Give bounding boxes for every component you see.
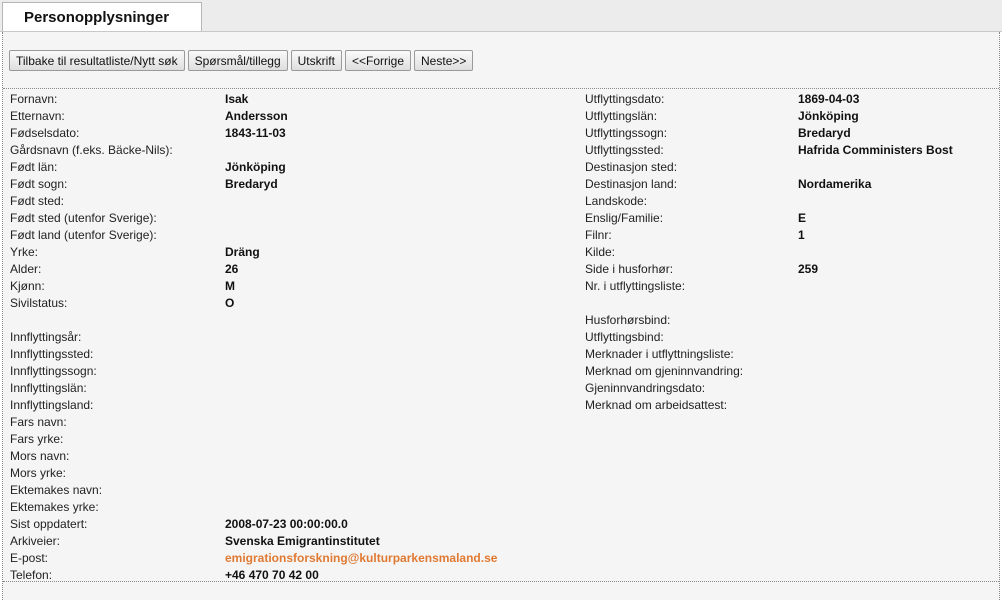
field-label: Destinasjon land: [585,177,678,191]
field-label: Side i husforhør: [585,262,674,276]
field-label: Enslig/Familie: [585,211,664,225]
field-label: Kjønn: [10,279,45,293]
field-label: Alder: [10,262,42,276]
field-label: Fars navn: [10,415,67,429]
back-to-results-button[interactable]: Tilbake til resultatliste/Nytt søk [9,50,185,71]
field-label: Fødselsdato: [10,126,80,140]
field-label: Merknader i utflyttningsliste: [585,347,734,361]
field-value: 259 [798,262,819,276]
email-link[interactable]: emigrationsforskning@kulturparkensmaland… [225,551,497,565]
field-label: Utflyttingslän: [585,109,658,123]
field-label: Født län: [10,160,58,174]
field-label: Utflyttingsbind: [585,330,664,344]
divider-top [3,88,999,89]
field-label: Fars yrke: [10,432,64,446]
field-label: Arkiveier: [10,534,61,548]
field-label: Etternavn: [10,109,65,123]
field-label: Sivilstatus: [10,296,68,310]
field-label: Utflyttingsdato: [585,92,665,106]
field-label: Merknad om gjeninnvandring: [585,364,744,378]
field-value: Hafrida Comministers Bost [798,143,953,157]
print-button[interactable]: Utskrift [290,50,342,71]
field-label: Mors yrke: [10,466,67,480]
previous-button[interactable]: <<Forrige [344,50,412,71]
field-value: Isak [225,92,249,106]
field-label: Landskode: [585,194,648,208]
field-value: M [225,279,235,293]
tab-personopplysninger[interactable]: Personopplysninger [2,2,202,31]
field-label: Gjeninnvandringsdato: [585,381,706,395]
field-value: 1 [798,228,805,242]
field-value: O [225,296,235,310]
field-value: Andersson [225,109,288,123]
field-label: Innflyttingslän: [10,381,87,395]
field-label: Innflyttingsår: [10,330,82,344]
field-label: Innflyttingssogn: [10,364,97,378]
field-label: Destinasjon sted: [585,160,678,174]
field-label: Utflyttingssogn: [585,126,668,140]
field-value: 2008-07-23 00:00:00.0 [225,517,348,531]
details-panel: Tilbake til resultatliste/Nytt søk Spørs… [2,32,1000,600]
field-label: Nr. i utflyttingsliste: [585,279,686,293]
field-label: Innflyttingssted: [10,347,94,361]
page: Personopplysninger Tilbake til resultatl… [0,0,1002,600]
field-label: Utflyttingssted: [585,143,664,157]
field-label: Yrke: [10,245,39,259]
questions-button[interactable]: Spørsmål/tillegg [187,50,288,71]
field-label: Født land (utenfor Sverige): [10,228,157,242]
field-value: Jönköping [225,160,286,174]
tab-bar: Personopplysninger [0,0,1002,32]
next-button[interactable]: Neste>> [414,50,474,71]
field-value: Svenska Emigrantinstitutet [225,534,380,548]
field-label: Merknad om arbeidsattest: [585,398,728,412]
field-value: Bredaryd [225,177,278,191]
field-label: Født sted (utenfor Sverige): [10,211,157,225]
field-value: Bredaryd [798,126,851,140]
field-value: 26 [225,262,239,276]
field-label: Fornavn: [10,92,58,106]
field-value: Dräng [225,245,260,259]
field-value: Jönköping [798,109,859,123]
field-label: Ektemakes yrke: [10,500,99,514]
field-label: E-post: [10,551,49,565]
field-label: Kilde: [585,245,616,259]
field-value: Nordamerika [798,177,872,191]
field-label: Innflyttingsland: [10,398,94,412]
field-label: Husforhørsbind: [585,313,671,327]
field-value: 1869-04-03 [798,92,860,106]
field-label: Sist oppdatert: [10,517,88,531]
toolbar: Tilbake til resultatliste/Nytt søk Spørs… [9,50,474,72]
tab-title: Personopplysninger [24,9,170,26]
field-label: Ektemakes navn: [10,483,103,497]
field-label: Mors navn: [10,449,70,463]
divider-bottom [3,581,999,582]
field-label: Gårdsnavn (f.eks. Bäcke-Nils): [10,143,173,157]
field-label: Født sogn: [10,177,68,191]
field-value: 1843-11-03 [225,126,286,140]
field-label: Filnr: [585,228,612,242]
field-label: Født sted: [10,194,65,208]
field-value: E [798,211,807,225]
